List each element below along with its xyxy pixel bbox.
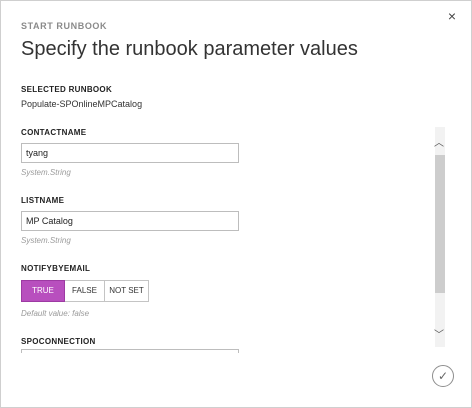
notify-true-button[interactable]: TRUE xyxy=(21,280,65,302)
contactname-type-hint: System.String xyxy=(21,168,71,177)
notifybyemail-default-hint: Default value: false xyxy=(21,309,90,318)
listname-input[interactable] xyxy=(21,211,239,231)
close-icon[interactable]: × xyxy=(445,9,459,23)
notify-not-set-button[interactable]: NOT SET xyxy=(105,280,149,302)
spoconnection-section: SPOCONNECTION xyxy=(21,337,96,346)
spoconnection-label: SPOCONNECTION xyxy=(21,337,96,346)
listname-label: LISTNAME xyxy=(21,196,65,205)
contactname-input[interactable] xyxy=(21,143,239,163)
contactname-section: CONTACTNAME System.String xyxy=(21,128,239,177)
notifybyemail-section: NOTIFYBYEMAIL TRUE FALSE NOT SET Default… xyxy=(21,264,149,318)
start-runbook-dialog: × START RUNBOOK Specify the runbook para… xyxy=(0,0,472,408)
chevron-up-icon[interactable]: ︿ xyxy=(433,138,445,150)
listname-type-hint: System.String xyxy=(21,236,71,245)
selected-runbook-label: SELECTED RUNBOOK xyxy=(21,85,113,94)
checkmark-icon[interactable]: ✓ xyxy=(432,365,454,387)
spoconnection-input[interactable] xyxy=(21,349,239,353)
notifybyemail-label: NOTIFYBYEMAIL xyxy=(21,264,91,273)
notify-false-button[interactable]: FALSE xyxy=(65,280,105,302)
page-title: Specify the runbook parameter values xyxy=(21,38,358,60)
dialog-eyebrow: START RUNBOOK xyxy=(21,21,108,31)
selected-runbook-value: Populate-SPOnlineMPCatalog xyxy=(21,99,143,109)
notifybyemail-toggle-group: TRUE FALSE NOT SET xyxy=(21,280,149,302)
contactname-label: CONTACTNAME xyxy=(21,128,87,137)
chevron-down-icon[interactable]: ﹀ xyxy=(433,330,445,342)
selected-runbook-section: SELECTED RUNBOOK Populate-SPOnlineMPCata… xyxy=(21,85,142,109)
scrollbar-thumb[interactable] xyxy=(435,155,445,293)
listname-section: LISTNAME System.String xyxy=(21,196,239,245)
